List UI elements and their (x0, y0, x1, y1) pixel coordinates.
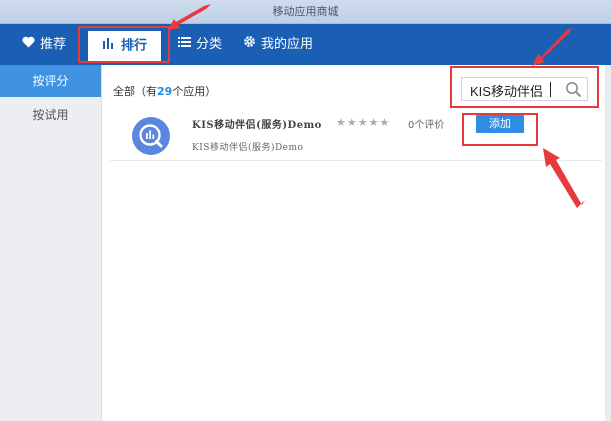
annotation-arrow-search (532, 28, 572, 66)
annotation-arrow-ranking (168, 4, 211, 30)
annotation-arrows (168, 4, 585, 208)
annotation-arrow-add (543, 148, 585, 208)
